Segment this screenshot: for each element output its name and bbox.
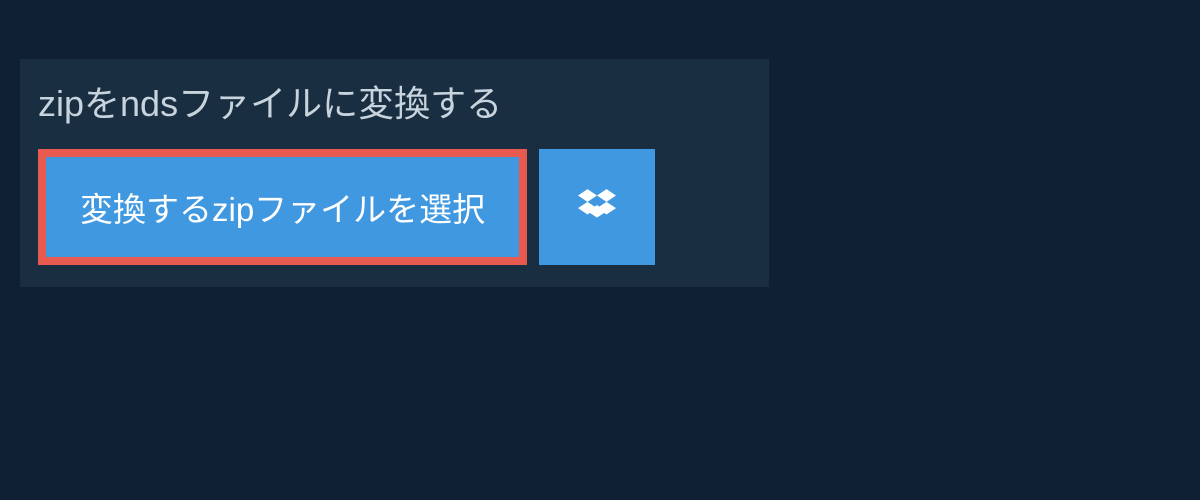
dropbox-icon — [578, 186, 616, 229]
dropbox-button[interactable] — [539, 149, 655, 265]
select-file-button-label: 変換するzipファイルを選択 — [80, 183, 485, 231]
button-row: 変換するzipファイルを選択 — [20, 149, 769, 287]
conversion-panel: zipをndsファイルに変換する 変換するzipファイルを選択 — [20, 59, 769, 287]
panel-title: zipをndsファイルに変換する — [20, 59, 769, 149]
select-file-button[interactable]: 変換するzipファイルを選択 — [38, 149, 527, 265]
